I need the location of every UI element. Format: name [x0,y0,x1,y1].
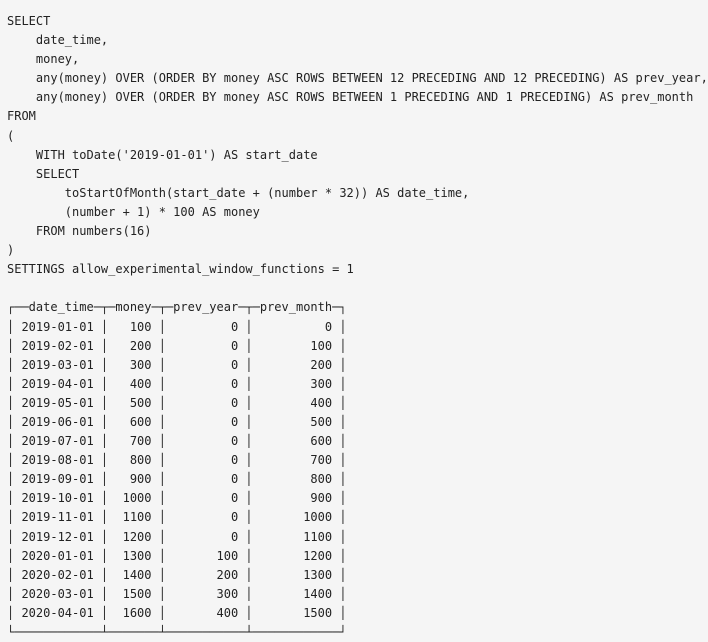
result-row: │ 2019-01-01 │ 100 │ 0 │ 0 │ [7,319,347,334]
sql-line: FROM [7,109,36,124]
sql-line: ( [7,128,15,143]
sql-line: any(money) OVER (ORDER BY money ASC ROWS… [7,90,694,105]
result-row: │ 2019-06-01 │ 600 │ 0 │ 500 │ [7,414,347,429]
sql-line: SELECT [7,14,51,28]
result-table-bottom-border: └────────────┴───────┴───────────┴──────… [7,625,347,639]
result-row: │ 2019-07-01 │ 700 │ 0 │ 600 │ [7,434,347,449]
sql-line: (number + 1) * 100 AS money [7,204,260,219]
result-table-top-border: ┌──date_time─┬─money─┬─prev_year─┬─prev_… [7,300,347,315]
sql-line: money, [7,52,80,67]
result-row: │ 2019-04-01 │ 400 │ 0 │ 300 │ [7,376,347,391]
result-row: │ 2020-02-01 │ 1400 │ 200 │ 1300 │ [7,567,347,582]
sql-line: SETTINGS allow_experimental_window_funct… [7,262,354,277]
result-row: │ 2019-08-01 │ 800 │ 0 │ 700 │ [7,453,347,468]
result-row: │ 2019-03-01 │ 300 │ 0 │ 200 │ [7,357,347,372]
sql-line: date_time, [7,33,109,48]
result-row: │ 2019-10-01 │ 1000 │ 0 │ 900 │ [7,491,347,506]
result-row: │ 2020-01-01 │ 1300 │ 100 │ 1200 │ [7,548,347,563]
result-row: │ 2019-09-01 │ 900 │ 0 │ 800 │ [7,472,347,487]
sql-line: FROM numbers(16) [7,224,152,239]
sql-line: WITH toDate('2019-01-01') AS start_date [7,147,318,162]
code-block: SELECT date_time, money, any(money) OVER… [0,0,708,639]
result-row: │ 2019-12-01 │ 1200 │ 0 │ 1100 │ [7,529,347,544]
sql-line: ) [7,243,15,258]
result-row: │ 2019-11-01 │ 1100 │ 0 │ 1000 │ [7,510,347,525]
code-content: SELECT date_time, money, any(money) OVER… [7,12,708,642]
sql-line: SELECT [7,166,80,181]
result-row: │ 2019-05-01 │ 500 │ 0 │ 400 │ [7,395,347,410]
sql-line: toStartOfMonth(start_date + (number * 32… [7,185,470,200]
result-row: │ 2019-02-01 │ 200 │ 0 │ 100 │ [7,338,347,353]
result-row: │ 2020-03-01 │ 1500 │ 300 │ 1400 │ [7,586,347,601]
sql-line: any(money) OVER (ORDER BY money ASC ROWS… [7,71,708,86]
result-row: │ 2020-04-01 │ 1600 │ 400 │ 1500 │ [7,605,347,620]
